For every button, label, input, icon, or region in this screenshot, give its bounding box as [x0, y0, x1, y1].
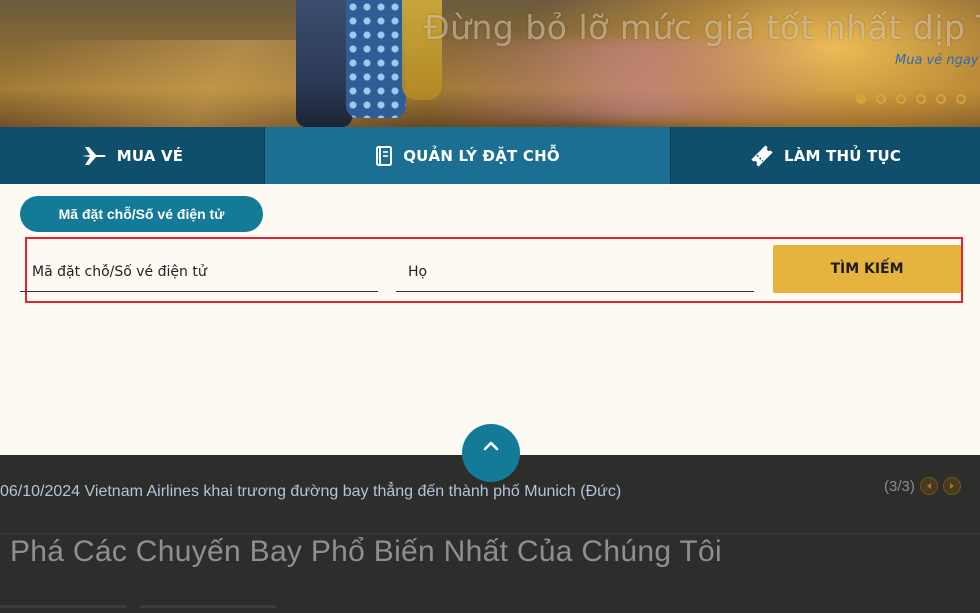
carousel-dot[interactable] [896, 94, 906, 104]
tab-label: MUA VÉ [116, 146, 184, 165]
hero-person-child [346, 0, 406, 118]
hero-cta-link[interactable]: Mua vé ngay [895, 53, 979, 68]
tab-manage-booking[interactable]: QUẢN LÝ ĐẶT CHỖ [265, 127, 670, 184]
hero-person-left [296, 0, 352, 127]
carousel-dot[interactable] [856, 94, 866, 104]
manage-booking-panel: Mã đặt chỗ/Số vé điện tử TÌM KIẾM [0, 184, 980, 455]
tab-buy-ticket[interactable]: MUA VÉ [0, 127, 265, 184]
section-heading: Phá Các Chuyến Bay Phổ Biến Nhất Của Chú… [10, 535, 723, 568]
ticket-icon [750, 144, 774, 168]
hero-flowers [430, 40, 850, 120]
hero-banner: Đừng bỏ lỡ mức giá tốt nhất dịp Tết Mua … [0, 0, 980, 127]
chevron-up-icon [483, 436, 499, 482]
divider [0, 533, 980, 534]
search-mode-pill[interactable]: Mã đặt chỗ/Số vé điện tử [20, 196, 263, 232]
news-next-button[interactable] [942, 477, 961, 495]
section-tab-indicator [0, 605, 126, 608]
tab-label: QUẢN LÝ ĐẶT CHỖ [403, 146, 560, 165]
tab-check-in[interactable]: LÀM THỦ TỤC [670, 127, 980, 184]
carousel-dots [856, 94, 966, 104]
collapse-button[interactable] [462, 424, 520, 482]
carousel-dot[interactable] [916, 94, 926, 104]
chevron-right-icon [949, 483, 954, 489]
airplane-icon [81, 146, 107, 166]
tab-label: LÀM THỦ TỤC [783, 146, 902, 165]
last-name-field[interactable] [396, 252, 754, 292]
booklet-icon [375, 145, 393, 166]
carousel-dot[interactable] [956, 94, 966, 104]
carousel-dot[interactable] [936, 94, 946, 104]
chevron-left-icon [926, 483, 931, 489]
search-button[interactable]: TÌM KIẾM [773, 245, 961, 293]
booking-tabs: MUA VÉ QUẢN LÝ ĐẶT CHỖ LÀM THỦ TỤC [0, 127, 980, 184]
hero-tagline: Đừng bỏ lỡ mức giá tốt nhất dịp Tết [424, 8, 980, 47]
news-pager: (3/3) [884, 477, 961, 495]
news-ticker-text[interactable]: 06/10/2024 Vietnam Airlines khai trương … [0, 483, 621, 501]
news-pager-count: (3/3) [884, 477, 915, 495]
carousel-dot[interactable] [876, 94, 886, 104]
section-tab-indicator [140, 605, 276, 608]
booking-code-field[interactable] [20, 252, 378, 292]
news-prev-button[interactable] [919, 477, 938, 495]
